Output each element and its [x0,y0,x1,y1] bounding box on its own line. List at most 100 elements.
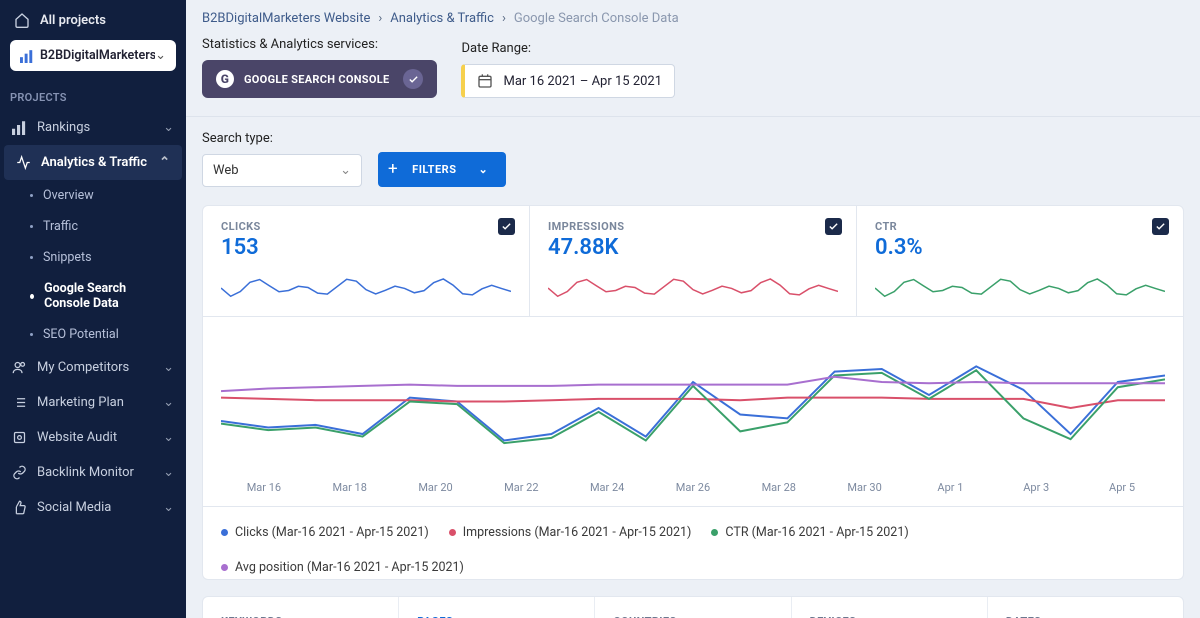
thumb-icon [12,500,27,515]
sparkline [548,274,838,302]
dot-icon [30,194,33,197]
filters-button-label: FILTERS [412,163,456,176]
kpi-title: CLICKS [221,220,511,233]
sidebar-item-label: Backlink Monitor [37,465,134,480]
legend-item[interactable]: Clicks (Mar-16 2021 - Apr-15 2021) [221,525,429,540]
google-icon: G [216,70,234,88]
sidebar-item-label: My Competitors [37,360,129,375]
filters-button[interactable]: + FILTERS ⌄ [378,152,506,187]
sidebar-subitem[interactable]: Google Search Console Data [0,273,186,319]
chevron-up-icon: ⌃ [159,155,170,170]
breadcrumb-item[interactable]: Analytics & Traffic [390,11,494,26]
kpi-cards: CLICKS 153 IMPRESSIONS 47.88K CTR 0.3% [202,205,1184,317]
filters-row-2: Search type: Web ⌄ + FILTERS ⌄ [186,117,1200,205]
audit-icon [12,430,27,445]
dot-icon [30,333,33,336]
sidebar-item-social-media[interactable]: Social Media⌄ [0,490,186,525]
x-tick: Mar 22 [478,481,564,494]
legend-label: Clicks (Mar-16 2021 - Apr-15 2021) [235,525,429,540]
check-circle-icon [403,69,423,89]
chevron-down-icon: ⌄ [163,430,174,445]
x-tick: Mar 28 [736,481,822,494]
x-tick: Mar 20 [393,481,479,494]
search-type-select[interactable]: Web ⌄ [202,154,362,187]
sidebar-subitem-label: Google Search Console Data [44,281,174,311]
sidebar-subitem[interactable]: SEO Potential [0,319,186,350]
stats-service-label: Statistics & Analytics services: [202,37,437,52]
breadcrumb-current: Google Search Console Data [514,11,679,26]
dot-icon [30,256,33,259]
gsc-button-label: GOOGLE SEARCH CONSOLE [244,73,389,86]
calendar-icon [477,73,493,89]
search-type-label: Search type: [202,131,362,146]
sidebar-subitem[interactable]: Traffic [0,211,186,242]
projects-header: PROJECTS [0,85,186,110]
legend-item[interactable]: CTR (Mar-16 2021 - Apr-15 2021) [711,525,908,540]
legend-dot [711,529,718,536]
kpi-value: 153 [221,235,511,260]
kpi-checkbox[interactable] [825,218,842,235]
breadcrumb: B2BDigitalMarketers Website › Analytics … [186,0,1200,37]
tab-devices[interactable]: DEVICES [792,597,988,618]
x-tick: Mar 26 [650,481,736,494]
dot-icon [30,294,34,299]
project-logo-icon [20,49,34,63]
kpi-checkbox[interactable] [498,218,515,235]
project-selector[interactable]: B2BDigitalMarketers... ⌄ [10,40,176,71]
date-range-picker[interactable]: Mar 16 2021 – Apr 15 2021 [461,64,675,98]
sparkline [221,274,511,302]
sidebar-item-label: Website Audit [37,430,117,445]
kpi-checkbox[interactable] [1152,218,1169,235]
chart-x-axis: Mar 16Mar 18Mar 20Mar 22Mar 24Mar 26Mar … [221,481,1165,494]
sidebar-item-label: Analytics & Traffic [41,155,147,170]
all-projects-link[interactable]: All projects [0,0,186,40]
kpi-title: IMPRESSIONS [548,220,838,233]
bars-icon [12,120,27,135]
chevron-right-icon: › [502,11,506,26]
sidebar-item-website-audit[interactable]: Website Audit ⌄ [0,420,186,455]
sidebar-item-backlink-monitor[interactable]: Backlink Monitor⌄ [0,455,186,490]
tab-keywords[interactable]: KEYWORDS [203,597,399,618]
legend-dot [221,529,228,536]
legend-dot [221,564,228,571]
sidebar-item-label: Rankings [37,120,90,135]
sidebar: All projects B2BDigitalMarketers... ⌄ PR… [0,0,186,618]
sidebar-subitem[interactable]: Snippets [0,242,186,273]
sidebar-item-label: Marketing Plan [37,395,124,410]
legend-label: Avg position (Mar-16 2021 - Apr-15 2021) [235,560,464,575]
legend-item[interactable]: Impressions (Mar-16 2021 - Apr-15 2021) [449,525,692,540]
sidebar-item-marketing-plan[interactable]: Marketing Plan⌄ [0,385,186,420]
x-tick: Mar 16 [221,481,307,494]
plus-icon: + [388,161,398,178]
filters-row-1: Statistics & Analytics services: G GOOGL… [186,37,1200,117]
tab-countries[interactable]: COUNTRIES [595,597,791,618]
sidebar-item-my-competitors[interactable]: My Competitors⌄ [0,350,186,385]
x-tick: Mar 24 [564,481,650,494]
link-icon [12,465,27,480]
chevron-down-icon: ⌄ [478,163,488,176]
main-chart: Mar 16Mar 18Mar 20Mar 22Mar 24Mar 26Mar … [202,317,1184,507]
chevron-right-icon: › [378,11,382,26]
sidebar-subitem-label: Overview [43,188,94,203]
main-content: B2BDigitalMarketers Website › Analytics … [186,0,1200,618]
kpi-card-clicks: CLICKS 153 [203,206,530,316]
x-tick: Mar 18 [307,481,393,494]
legend-item[interactable]: Avg position (Mar-16 2021 - Apr-15 2021) [221,560,464,575]
sidebar-subitem-label: Traffic [43,219,78,234]
kpi-value: 0.3% [875,235,1165,260]
chart-legend: Clicks (Mar-16 2021 - Apr-15 2021) Impres… [202,507,1184,580]
sidebar-item-analytics-traffic[interactable]: Analytics & Traffic ⌃ [4,145,182,180]
tab-pages[interactable]: PAGES [399,597,595,618]
kpi-card-impressions: IMPRESSIONS 47.88K [530,206,857,316]
sidebar-item-rankings[interactable]: Rankings⌄ [0,110,186,145]
tab-dates[interactable]: DATES [988,597,1183,618]
data-tabs: KEYWORDSPAGESCOUNTRIESDEVICESDATES [202,596,1184,618]
breadcrumb-item[interactable]: B2BDigitalMarketers Website [202,11,370,26]
dot-icon [30,225,33,228]
chevron-down-icon: ⌄ [340,163,351,178]
all-projects-label: All projects [40,13,106,28]
chevron-down-icon: ⌄ [155,48,166,63]
search-type-value: Web [213,163,239,178]
sidebar-subitem[interactable]: Overview [0,180,186,211]
google-search-console-button[interactable]: G GOOGLE SEARCH CONSOLE [202,60,437,98]
